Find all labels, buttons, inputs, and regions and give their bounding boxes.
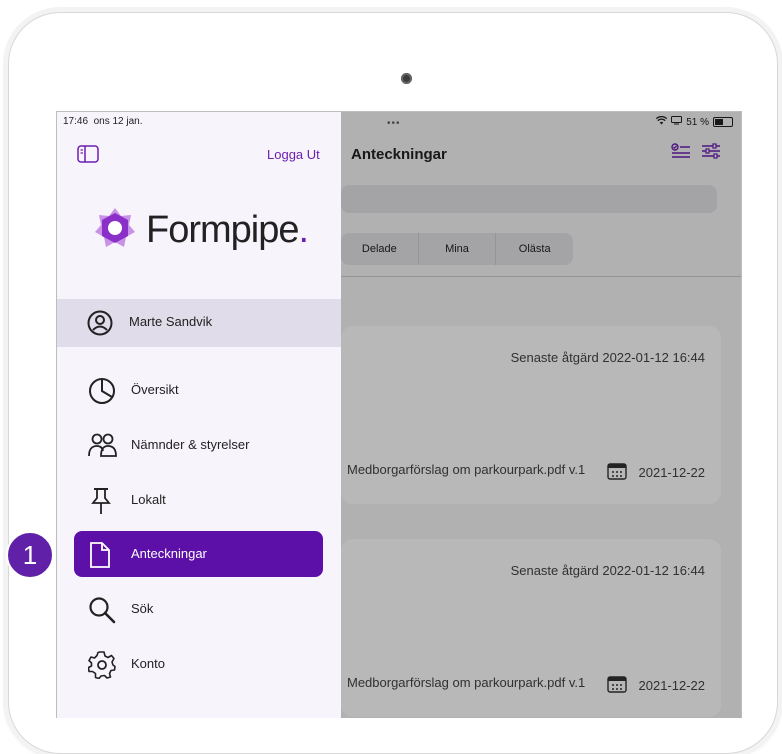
status-time: 17:46 ons 12 jan. — [63, 116, 143, 127]
sidebar-item-label: Konto — [131, 656, 165, 671]
sidebar-item-label: Anteckningar — [131, 546, 207, 561]
pie-chart-icon — [88, 377, 116, 410]
gear-icon — [87, 651, 116, 684]
logo-text: Formpipe. — [146, 209, 309, 251]
formpipe-logo-icon — [94, 207, 136, 254]
pin-icon — [88, 487, 114, 520]
logout-button[interactable]: Logga Ut — [267, 147, 320, 162]
sidebar-item-account[interactable]: Konto — [74, 641, 323, 687]
sidebar-item-local[interactable]: Lokalt — [74, 477, 323, 523]
sidebar-toggle-icon[interactable] — [77, 145, 99, 168]
people-icon — [88, 432, 118, 463]
user-name: Marte Sandvik — [129, 314, 213, 329]
user-circle-icon — [87, 310, 113, 341]
sidebar-item-notes[interactable]: Anteckningar — [74, 531, 323, 577]
sidebar-item-label: Översikt — [131, 382, 179, 397]
step-callout-badge: 1 — [6, 531, 54, 579]
sidebar-item-committees[interactable]: Nämnder & styrelser — [74, 422, 323, 468]
sidebar-item-label: Lokalt — [131, 492, 166, 507]
camera-icon — [401, 73, 412, 84]
sidebar-item-label: Nämnder & styrelser — [131, 437, 250, 452]
ipad-screen: ••• 51 % Anteckningar Delade Mina Olästa — [56, 111, 742, 718]
user-profile-row[interactable]: Marte Sandvik — [57, 299, 341, 347]
sidebar: 17:46 ons 12 jan. Logga Ut Formpipe. Mar… — [57, 112, 341, 718]
document-icon — [88, 541, 112, 574]
formpipe-logo: Formpipe. — [94, 207, 309, 254]
sidebar-item-search[interactable]: Sök — [74, 586, 323, 632]
sidebar-item-label: Sök — [131, 601, 154, 616]
sidebar-item-overview[interactable]: Översikt — [74, 367, 323, 413]
search-icon — [88, 596, 116, 629]
